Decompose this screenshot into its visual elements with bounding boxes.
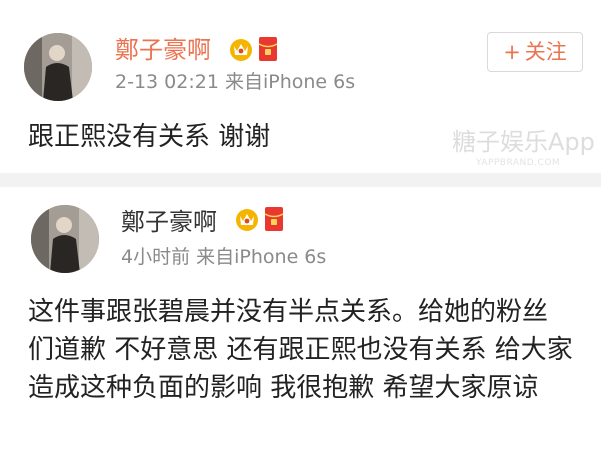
author-name[interactable]: 鄭子豪啊 [121, 208, 217, 236]
plus-icon: + [503, 40, 521, 64]
author-name[interactable]: 鄭子豪啊 [115, 36, 211, 64]
avatar-photo-icon [31, 205, 99, 273]
avatar-photo-icon [24, 33, 92, 101]
follow-button[interactable]: + 关注 [487, 32, 583, 72]
watermark-logo: 糖子娱乐App [452, 128, 595, 156]
weibo-post-card: 鄭子豪啊 2-13 02:21 来自iPhone 6s + 关注 跟正熙没有关系 … [0, 0, 601, 173]
post-meta: 4小时前 来自iPhone 6s [121, 246, 327, 268]
vip-crown-icon[interactable] [228, 36, 254, 62]
vip-crown-icon[interactable] [234, 206, 260, 232]
avatar[interactable] [24, 33, 92, 101]
watermark-subtext: YAPPBRAND.COM [476, 158, 561, 168]
red-envelope-icon[interactable] [264, 206, 284, 232]
avatar[interactable] [31, 205, 99, 273]
post-body: 跟正熙没有关系 谢谢 [28, 122, 271, 152]
red-envelope-icon[interactable] [258, 36, 278, 62]
follow-label: 关注 [524, 40, 567, 64]
post-body: 这件事跟张碧晨并没有半点关系。给她的粉丝们道歉 不好意思 还有跟正熙也没有关系 … [28, 297, 573, 403]
post-meta: 2-13 02:21 来自iPhone 6s [115, 71, 356, 93]
